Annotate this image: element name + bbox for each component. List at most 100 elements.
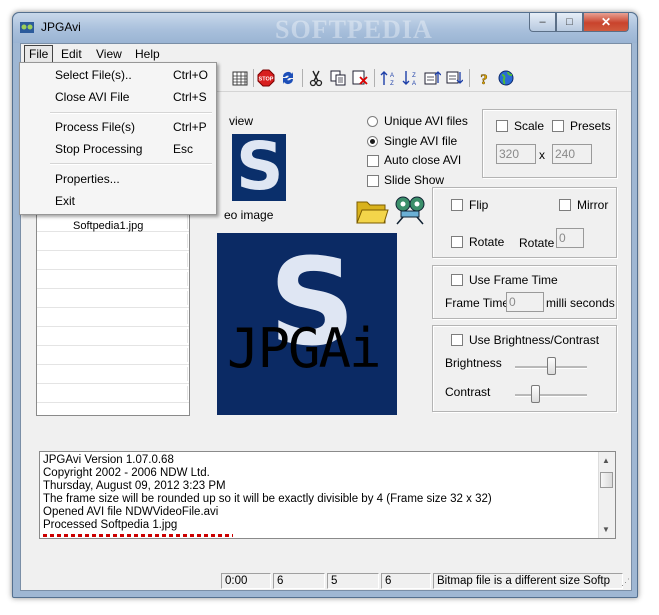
watermark: SOFTPEDIA xyxy=(275,15,433,44)
delete-icon[interactable] xyxy=(351,69,369,87)
menu-item-exit[interactable]: Exit xyxy=(20,191,216,211)
flip-label: Flip xyxy=(469,198,489,212)
cut-icon[interactable] xyxy=(307,69,325,87)
use-brightness-checkbox[interactable] xyxy=(451,334,463,346)
frame-time-input[interactable]: 0 xyxy=(506,292,544,312)
scroll-up-icon[interactable]: ▲ xyxy=(602,456,610,465)
help-icon[interactable]: ? xyxy=(475,69,493,87)
process-icon[interactable] xyxy=(393,194,429,226)
menu-item-close-avi[interactable]: Close AVI File Ctrl+S xyxy=(20,87,216,107)
log-line: The frame size will be rounded up so it … xyxy=(43,493,492,505)
menu-item-select-files[interactable]: Select File(s).. Ctrl+O xyxy=(20,65,216,85)
unique-avi-label: Unique AVI files xyxy=(384,114,468,128)
move-down-icon[interactable] xyxy=(445,69,463,87)
status-b: 5 xyxy=(327,573,379,589)
use-frame-time-label: Use Frame Time xyxy=(469,273,558,287)
menu-bar: File Edit View Help xyxy=(21,44,631,64)
rotate-checkbox[interactable] xyxy=(451,236,463,248)
log-line: Processed Softpedia 1.jpg xyxy=(43,519,178,531)
refresh-icon[interactable] xyxy=(279,69,297,87)
rotate-label: Rotate xyxy=(519,236,555,250)
frame-time-label: Frame Time xyxy=(445,296,510,310)
presets-label: Presets xyxy=(570,119,611,133)
scroll-down-icon[interactable]: ▼ xyxy=(602,525,610,534)
mirror-checkbox[interactable] xyxy=(559,199,571,211)
calendar-grid-icon[interactable] xyxy=(231,69,249,87)
maximize-button[interactable]: □ xyxy=(556,13,583,32)
list-item[interactable] xyxy=(37,270,189,289)
sort-ascending-icon[interactable]: AZ xyxy=(379,69,397,87)
log-line: Thursday, August 09, 2012 3:23 PM xyxy=(43,480,226,492)
menu-help[interactable]: Help xyxy=(130,46,165,62)
video-preview-image: S JPGAi xyxy=(217,233,397,415)
list-item[interactable] xyxy=(37,308,189,327)
slide-show-checkbox[interactable] xyxy=(367,175,379,187)
svg-text:Z: Z xyxy=(390,81,394,87)
resize-grip-icon[interactable]: ⋰ xyxy=(621,578,630,587)
brightness-slider-thumb[interactable] xyxy=(546,357,556,375)
minimize-button[interactable]: – xyxy=(529,13,556,32)
close-button[interactable]: ✕ xyxy=(583,13,629,32)
menu-item-properties[interactable]: Properties... xyxy=(20,169,216,189)
scale-label: Scale xyxy=(514,119,545,133)
toolbar-separator xyxy=(302,69,303,87)
preview-label: view xyxy=(229,114,254,128)
height-input[interactable]: 240 xyxy=(552,144,592,164)
svg-text:Z: Z xyxy=(412,73,416,79)
stop-icon[interactable]: STOP xyxy=(257,69,275,87)
menu-view[interactable]: View xyxy=(91,46,127,62)
status-time: 0:00 xyxy=(221,573,271,589)
list-item[interactable] xyxy=(37,384,189,403)
window-title: JPGAvi xyxy=(41,20,81,34)
rotate-input[interactable]: 0 xyxy=(556,228,584,248)
toolbar-separator xyxy=(469,69,470,87)
move-up-icon[interactable] xyxy=(423,69,441,87)
width-input[interactable]: 320 xyxy=(496,144,536,164)
scroll-thumb[interactable] xyxy=(600,472,613,488)
sort-descending-icon[interactable]: ZA xyxy=(401,69,419,87)
list-item[interactable] xyxy=(37,346,189,365)
log-line: Opened AVI file NDWVideoFile.avi xyxy=(43,506,219,518)
menu-separator xyxy=(50,163,212,165)
log-scrollbar[interactable]: ▲ ▼ xyxy=(598,452,615,538)
scale-checkbox[interactable] xyxy=(496,120,508,132)
contrast-slider-track[interactable] xyxy=(515,394,587,397)
app-icon xyxy=(20,22,34,33)
title-bar[interactable]: SOFTPEDIA JPGAvi – □ ✕ xyxy=(13,13,637,44)
list-item[interactable] xyxy=(37,365,189,384)
unique-avi-radio[interactable] xyxy=(367,116,378,127)
presets-checkbox[interactable] xyxy=(552,120,564,132)
brightness-label: Brightness xyxy=(445,356,502,370)
menu-edit[interactable]: Edit xyxy=(56,46,87,62)
list-item[interactable] xyxy=(37,232,189,251)
toolbar-separator xyxy=(253,69,254,87)
thumbnail-letter: S xyxy=(236,134,284,201)
mirror-label: Mirror xyxy=(577,198,609,212)
menu-item-stop-processing[interactable]: Stop Processing Esc xyxy=(20,139,216,159)
use-frame-time-checkbox[interactable] xyxy=(451,274,463,286)
list-item[interactable] xyxy=(37,327,189,346)
status-a: 6 xyxy=(273,573,325,589)
frame-time-unit: milli seconds xyxy=(546,296,615,310)
times-label: x xyxy=(539,148,545,162)
svg-text:A: A xyxy=(390,73,394,79)
contrast-label: Contrast xyxy=(445,385,491,399)
auto-close-checkbox[interactable] xyxy=(367,155,379,167)
open-folder-icon[interactable] xyxy=(355,196,389,226)
status-message: Bitmap file is a different size Softp xyxy=(433,573,623,589)
rotate-check-label: Rotate xyxy=(469,235,505,249)
flip-checkbox[interactable] xyxy=(451,199,463,211)
list-item[interactable] xyxy=(37,289,189,308)
video-image-label: eo image xyxy=(224,208,274,222)
log-output[interactable]: JPGAvi Version 1.07.0.68 Copyright 2002 … xyxy=(39,451,616,539)
menu-file[interactable]: File xyxy=(24,45,54,63)
log-line: JPGAvi Version 1.07.0.68 xyxy=(43,454,174,466)
menu-item-process-files[interactable]: Process File(s) Ctrl+P xyxy=(20,117,216,137)
single-avi-radio[interactable] xyxy=(367,136,378,147)
web-icon[interactable] xyxy=(497,69,515,87)
list-item[interactable] xyxy=(37,251,189,270)
use-brightness-label: Use Brightness/Contrast xyxy=(469,333,600,347)
contrast-slider-thumb[interactable] xyxy=(530,385,540,403)
svg-text:A: A xyxy=(412,81,416,87)
copy-icon[interactable] xyxy=(329,69,347,87)
